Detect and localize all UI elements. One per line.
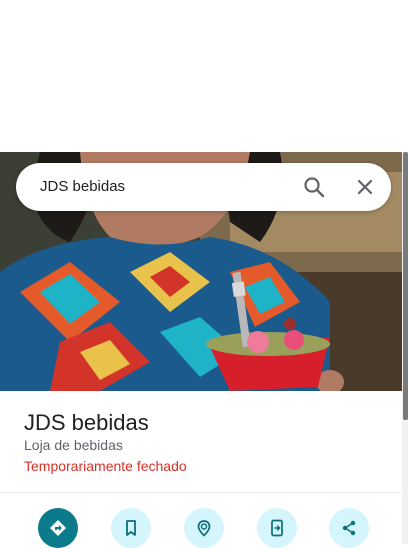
scrollbar-thumb[interactable] xyxy=(403,152,408,420)
directions-button[interactable] xyxy=(38,508,78,548)
nearby-icon xyxy=(197,520,211,537)
share-icon xyxy=(342,520,356,536)
divider xyxy=(0,492,402,493)
nearby-button[interactable] xyxy=(184,508,224,548)
share-button[interactable] xyxy=(329,508,369,548)
top-blank-area xyxy=(0,0,408,152)
place-category: Loja de bebidas xyxy=(24,437,123,453)
save-button[interactable] xyxy=(111,508,151,548)
place-status: Temporariamente fechado xyxy=(24,458,187,474)
place-title: JDS bebidas xyxy=(24,410,149,435)
send-to-phone-button[interactable] xyxy=(257,508,297,548)
close-icon[interactable] xyxy=(355,177,375,197)
search-box[interactable]: JDS bebidas xyxy=(16,163,391,211)
search-icon[interactable] xyxy=(303,176,325,198)
bookmark-icon xyxy=(126,520,136,536)
search-input[interactable]: JDS bebidas xyxy=(40,178,125,195)
send-to-phone-icon xyxy=(271,519,283,537)
directions-icon xyxy=(50,520,66,536)
